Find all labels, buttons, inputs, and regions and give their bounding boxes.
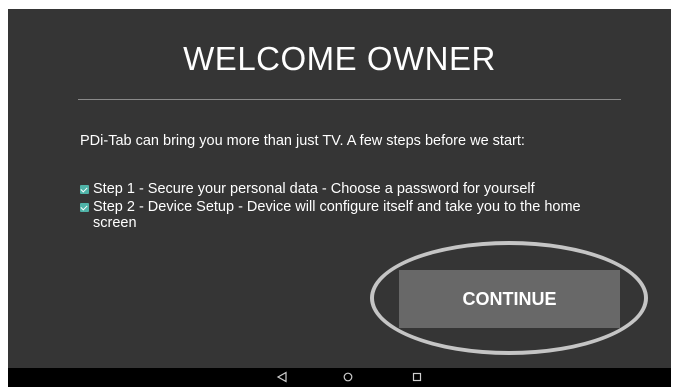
- continue-button[interactable]: CONTINUE: [399, 270, 620, 328]
- steps-list: Step 1 - Secure your personal data - Cho…: [80, 181, 620, 231]
- home-icon[interactable]: [343, 372, 353, 382]
- checkbox-checked-icon: [80, 203, 89, 212]
- checkbox-checked-icon: [80, 185, 89, 194]
- back-icon[interactable]: [276, 371, 288, 383]
- page-title: WELCOME OWNER: [183, 40, 496, 77]
- step-2-text: Step 2 - Device Setup - Device will conf…: [93, 199, 581, 231]
- step-item-2: Step 2 - Device Setup - Device will conf…: [80, 199, 620, 231]
- step-item-1: Step 1 - Secure your personal data - Cho…: [80, 181, 620, 197]
- welcome-screen: WELCOME OWNER PDi-Tab can bring you more…: [8, 9, 671, 387]
- step-1-text: Step 1 - Secure your personal data - Cho…: [93, 181, 535, 197]
- title-divider: [78, 99, 621, 100]
- system-nav-bar: [8, 368, 671, 387]
- recent-apps-icon[interactable]: [412, 372, 422, 382]
- intro-text: PDi-Tab can bring you more than just TV.…: [80, 133, 525, 149]
